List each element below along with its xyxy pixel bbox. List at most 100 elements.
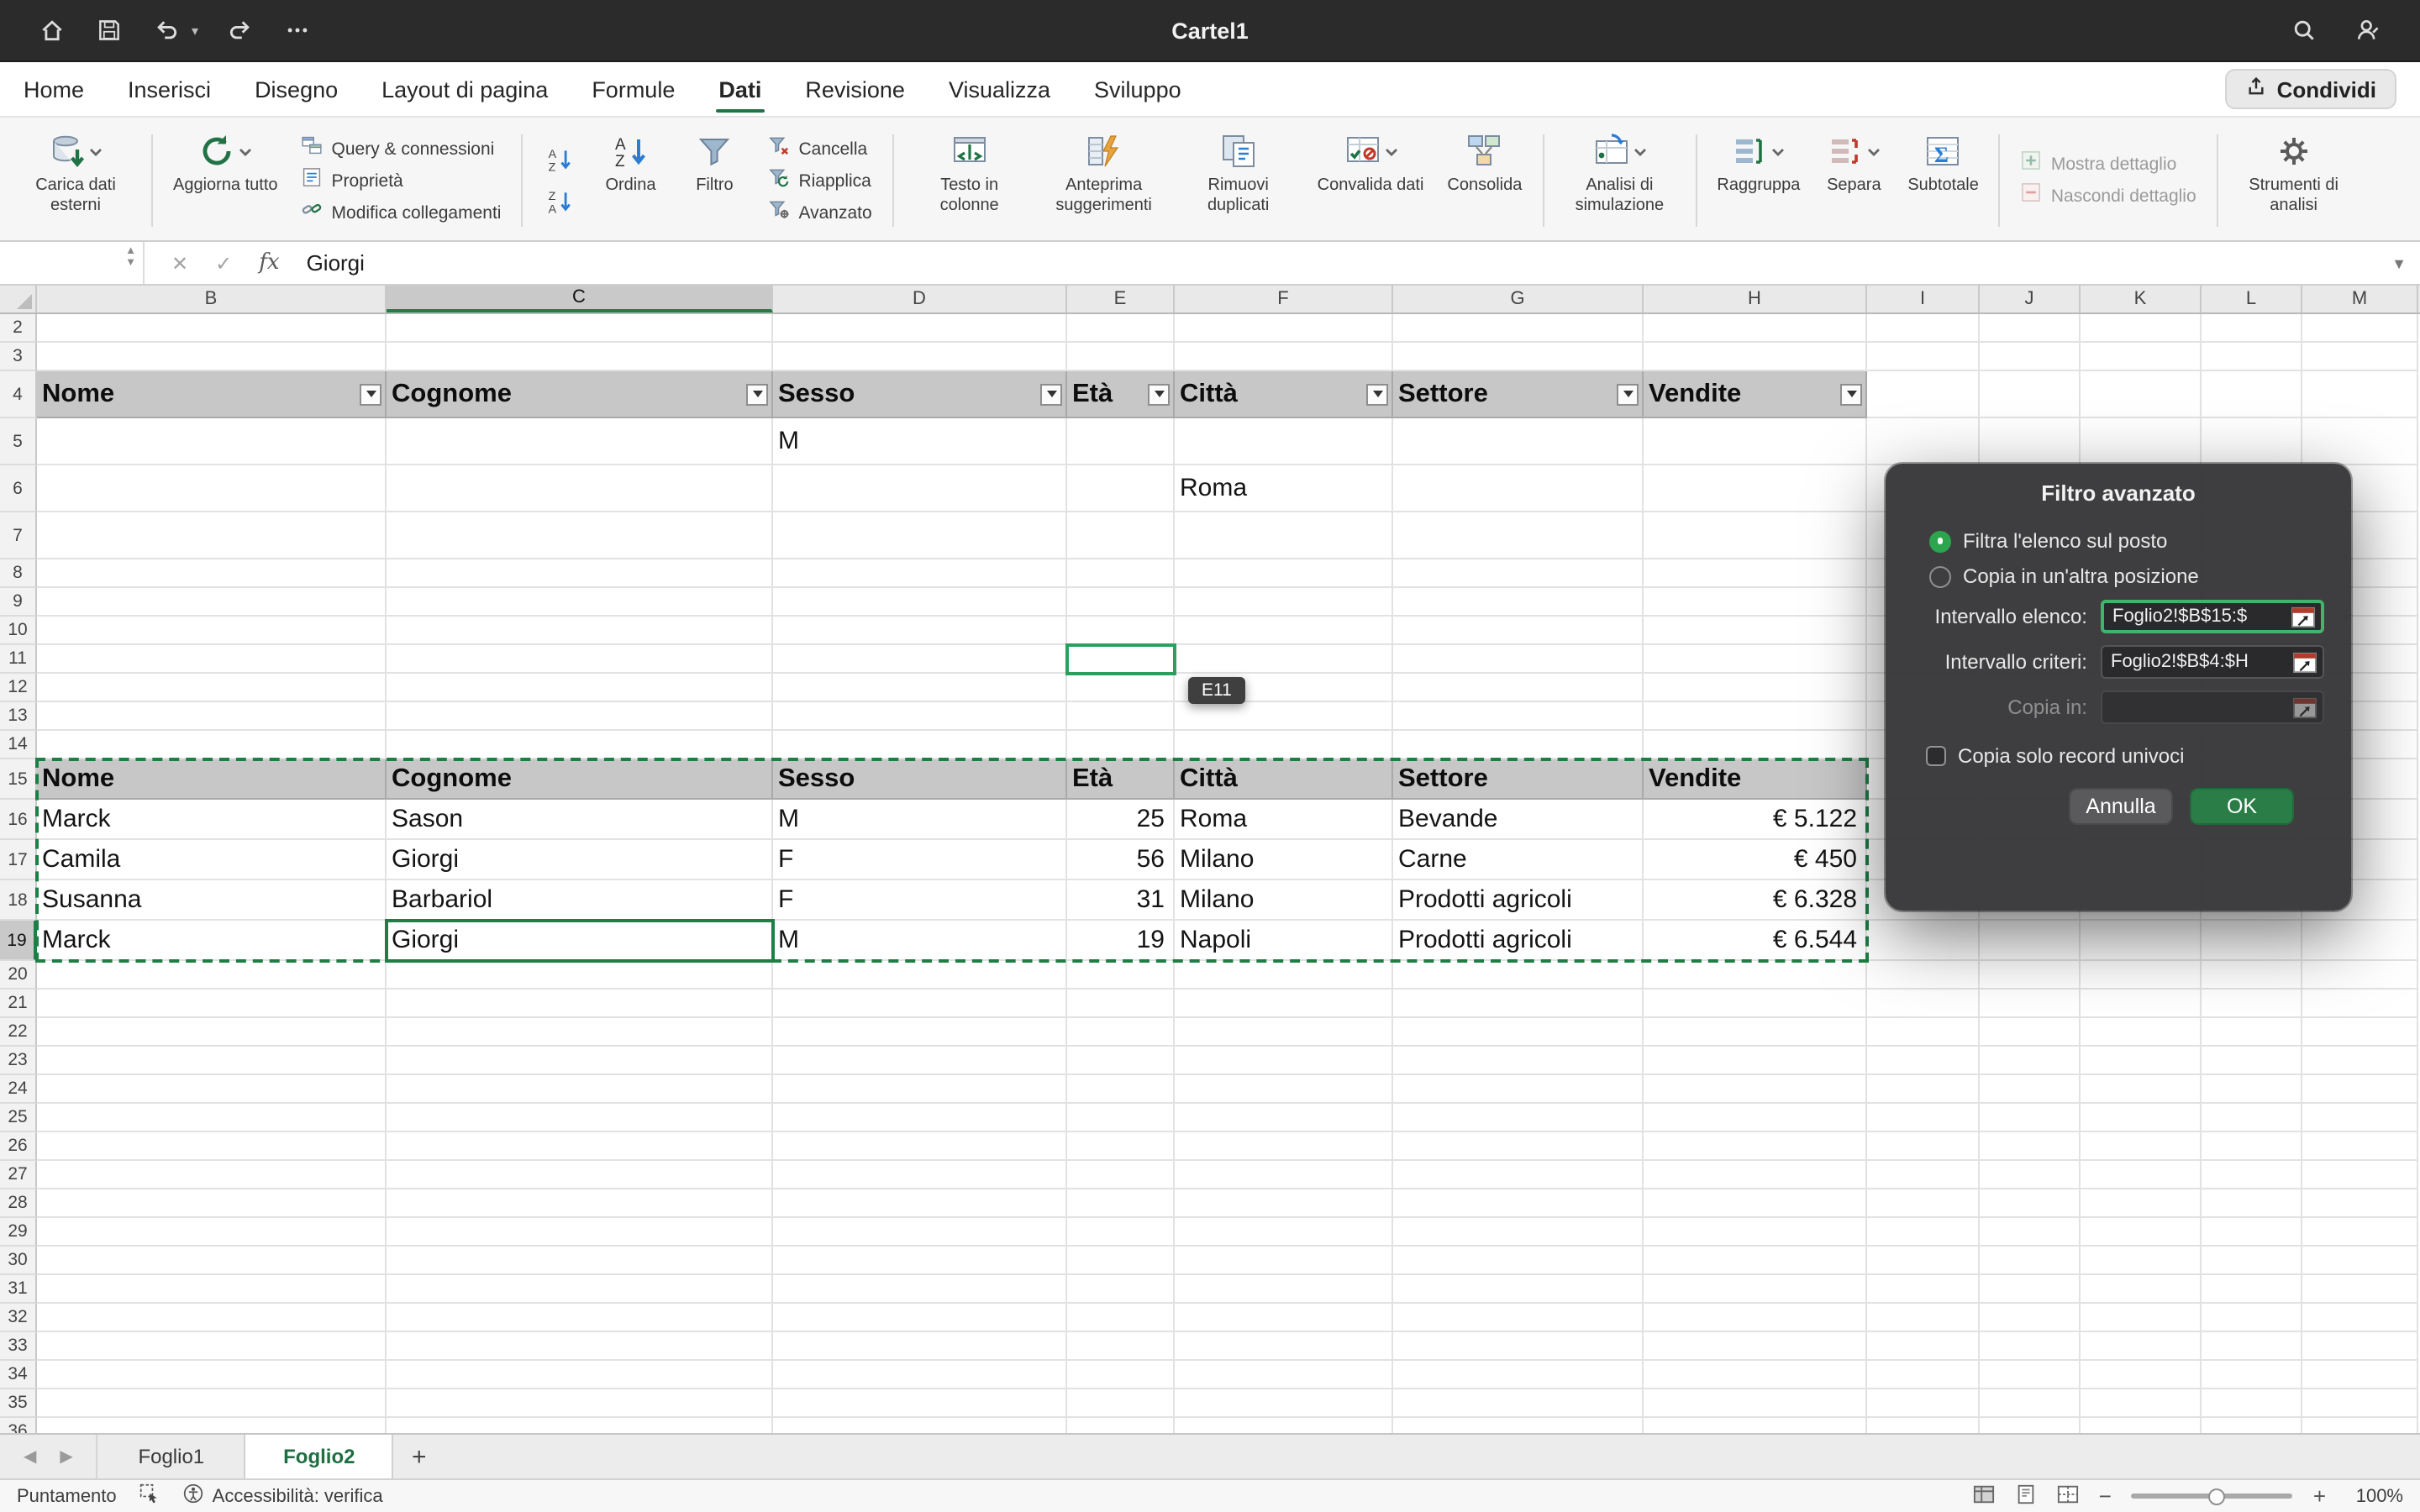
- cell-G8[interactable]: [1393, 559, 1644, 588]
- cell-D22[interactable]: [773, 1018, 1067, 1047]
- sheet-next-icon[interactable]: ▶: [60, 1447, 72, 1466]
- cell-K27[interactable]: [2081, 1161, 2202, 1189]
- cell-F35[interactable]: [1175, 1389, 1393, 1418]
- ribbon-button-testo-in-colonne[interactable]: Testo in colonne: [908, 124, 1032, 237]
- cell-D17[interactable]: F: [773, 840, 1067, 880]
- cell-B18[interactable]: Susanna: [37, 880, 387, 921]
- cell-G3[interactable]: [1393, 343, 1644, 371]
- cell-E17[interactable]: 56: [1067, 840, 1175, 880]
- cell-L34[interactable]: [2202, 1361, 2302, 1389]
- cell-G5[interactable]: [1393, 418, 1644, 465]
- cell-I26[interactable]: [1867, 1132, 1980, 1161]
- cell-D28[interactable]: [773, 1189, 1067, 1218]
- cell-J2[interactable]: [1980, 314, 2081, 343]
- cell-B33[interactable]: [37, 1332, 387, 1361]
- cell-F8[interactable]: [1175, 559, 1393, 588]
- accessibility-status[interactable]: Accessibilità: verifica: [184, 1483, 383, 1509]
- cell-C29[interactable]: [387, 1218, 773, 1247]
- page-layout-view-icon[interactable]: [2015, 1483, 2037, 1509]
- column-header-M[interactable]: M: [2302, 286, 2418, 312]
- cell-M29[interactable]: [2302, 1218, 2418, 1247]
- cell-L23[interactable]: [2202, 1047, 2302, 1075]
- cell-I33[interactable]: [1867, 1332, 1980, 1361]
- cell-J33[interactable]: [1980, 1332, 2081, 1361]
- cell-L35[interactable]: [2202, 1389, 2302, 1418]
- row-header-29[interactable]: 29: [0, 1218, 37, 1247]
- cell-G36[interactable]: [1393, 1418, 1644, 1433]
- row-header-13[interactable]: 13: [0, 702, 37, 731]
- cell-K29[interactable]: [2081, 1218, 2202, 1247]
- cell-I36[interactable]: [1867, 1418, 1980, 1433]
- row-header-6[interactable]: 6: [0, 465, 37, 512]
- cell-F14[interactable]: [1175, 731, 1393, 759]
- cell-J5[interactable]: [1980, 418, 2081, 465]
- cell-C4[interactable]: Cognome: [387, 371, 773, 418]
- cell-E16[interactable]: 25: [1067, 800, 1175, 840]
- cell-G20[interactable]: [1393, 961, 1644, 990]
- cell-E5[interactable]: [1067, 418, 1175, 465]
- name-box-stepper-icon[interactable]: ▲▼: [125, 247, 136, 269]
- cell-B14[interactable]: [37, 731, 387, 759]
- cell-E4[interactable]: Età: [1067, 371, 1175, 418]
- cell-E25[interactable]: [1067, 1104, 1175, 1132]
- sheet-tab-foglio2[interactable]: Foglio2: [246, 1435, 394, 1478]
- cell-M19[interactable]: [2302, 921, 2418, 961]
- row-header-33[interactable]: 33: [0, 1332, 37, 1361]
- cell-L36[interactable]: [2202, 1418, 2302, 1433]
- menu-tab-home[interactable]: Home: [24, 62, 84, 116]
- row-header-3[interactable]: 3: [0, 343, 37, 371]
- cell-K35[interactable]: [2081, 1389, 2202, 1418]
- cell-E33[interactable]: [1067, 1332, 1175, 1361]
- cell-I23[interactable]: [1867, 1047, 1980, 1075]
- cell-L5[interactable]: [2202, 418, 2302, 465]
- cell-J4[interactable]: [1980, 371, 2081, 418]
- cell-G4[interactable]: Settore: [1393, 371, 1644, 418]
- ribbon-button-consolida[interactable]: Consolida: [1440, 124, 1528, 237]
- cell-H28[interactable]: [1644, 1189, 1867, 1218]
- cell-G18[interactable]: Prodotti agricoli: [1393, 880, 1644, 921]
- cell-I20[interactable]: [1867, 961, 1980, 990]
- cell-C34[interactable]: [387, 1361, 773, 1389]
- formula-bar-collapse-icon[interactable]: ▼: [2391, 255, 2407, 271]
- cell-F17[interactable]: Milano: [1175, 840, 1393, 880]
- cell-C3[interactable]: [387, 343, 773, 371]
- share-button[interactable]: Condividi: [2225, 69, 2396, 109]
- cell-M24[interactable]: [2302, 1075, 2418, 1104]
- cell-H15[interactable]: Vendite: [1644, 759, 1867, 800]
- cell-L19[interactable]: [2202, 921, 2302, 961]
- cell-C5[interactable]: [387, 418, 773, 465]
- row-header-4[interactable]: 4: [0, 371, 37, 418]
- undo-dropdown-icon[interactable]: ▾: [192, 23, 198, 38]
- cell-G23[interactable]: [1393, 1047, 1644, 1075]
- column-header-C[interactable]: C: [387, 286, 773, 312]
- cell-E12[interactable]: [1067, 674, 1175, 702]
- column-header-D[interactable]: D: [773, 286, 1067, 312]
- cell-K5[interactable]: [2081, 418, 2202, 465]
- cell-G2[interactable]: [1393, 314, 1644, 343]
- row-header-25[interactable]: 25: [0, 1104, 37, 1132]
- row-header-5[interactable]: 5: [0, 418, 37, 465]
- cell-E7[interactable]: [1067, 512, 1175, 559]
- cell-J21[interactable]: [1980, 990, 2081, 1018]
- cell-M35[interactable]: [2302, 1389, 2418, 1418]
- cell-H26[interactable]: [1644, 1132, 1867, 1161]
- cell-H13[interactable]: [1644, 702, 1867, 731]
- cell-D18[interactable]: F: [773, 880, 1067, 921]
- ribbon-button-modifica-collegamenti[interactable]: Modifica collegamenti: [302, 199, 502, 226]
- cell-M25[interactable]: [2302, 1104, 2418, 1132]
- cell-B3[interactable]: [37, 343, 387, 371]
- cell-J36[interactable]: [1980, 1418, 2081, 1433]
- cell-M26[interactable]: [2302, 1132, 2418, 1161]
- cell-B10[interactable]: [37, 617, 387, 645]
- cell-B23[interactable]: [37, 1047, 387, 1075]
- ribbon-button-separa[interactable]: Separa: [1817, 124, 1891, 237]
- cell-E15[interactable]: Età: [1067, 759, 1175, 800]
- row-header-30[interactable]: 30: [0, 1247, 37, 1275]
- cell-L2[interactable]: [2202, 314, 2302, 343]
- cell-I19[interactable]: [1867, 921, 1980, 961]
- insert-function-icon[interactable]: fx: [259, 250, 279, 276]
- cell-L31[interactable]: [2202, 1275, 2302, 1304]
- row-header-21[interactable]: 21: [0, 990, 37, 1018]
- range-picker-icon[interactable]: [2292, 651, 2317, 673]
- cell-K22[interactable]: [2081, 1018, 2202, 1047]
